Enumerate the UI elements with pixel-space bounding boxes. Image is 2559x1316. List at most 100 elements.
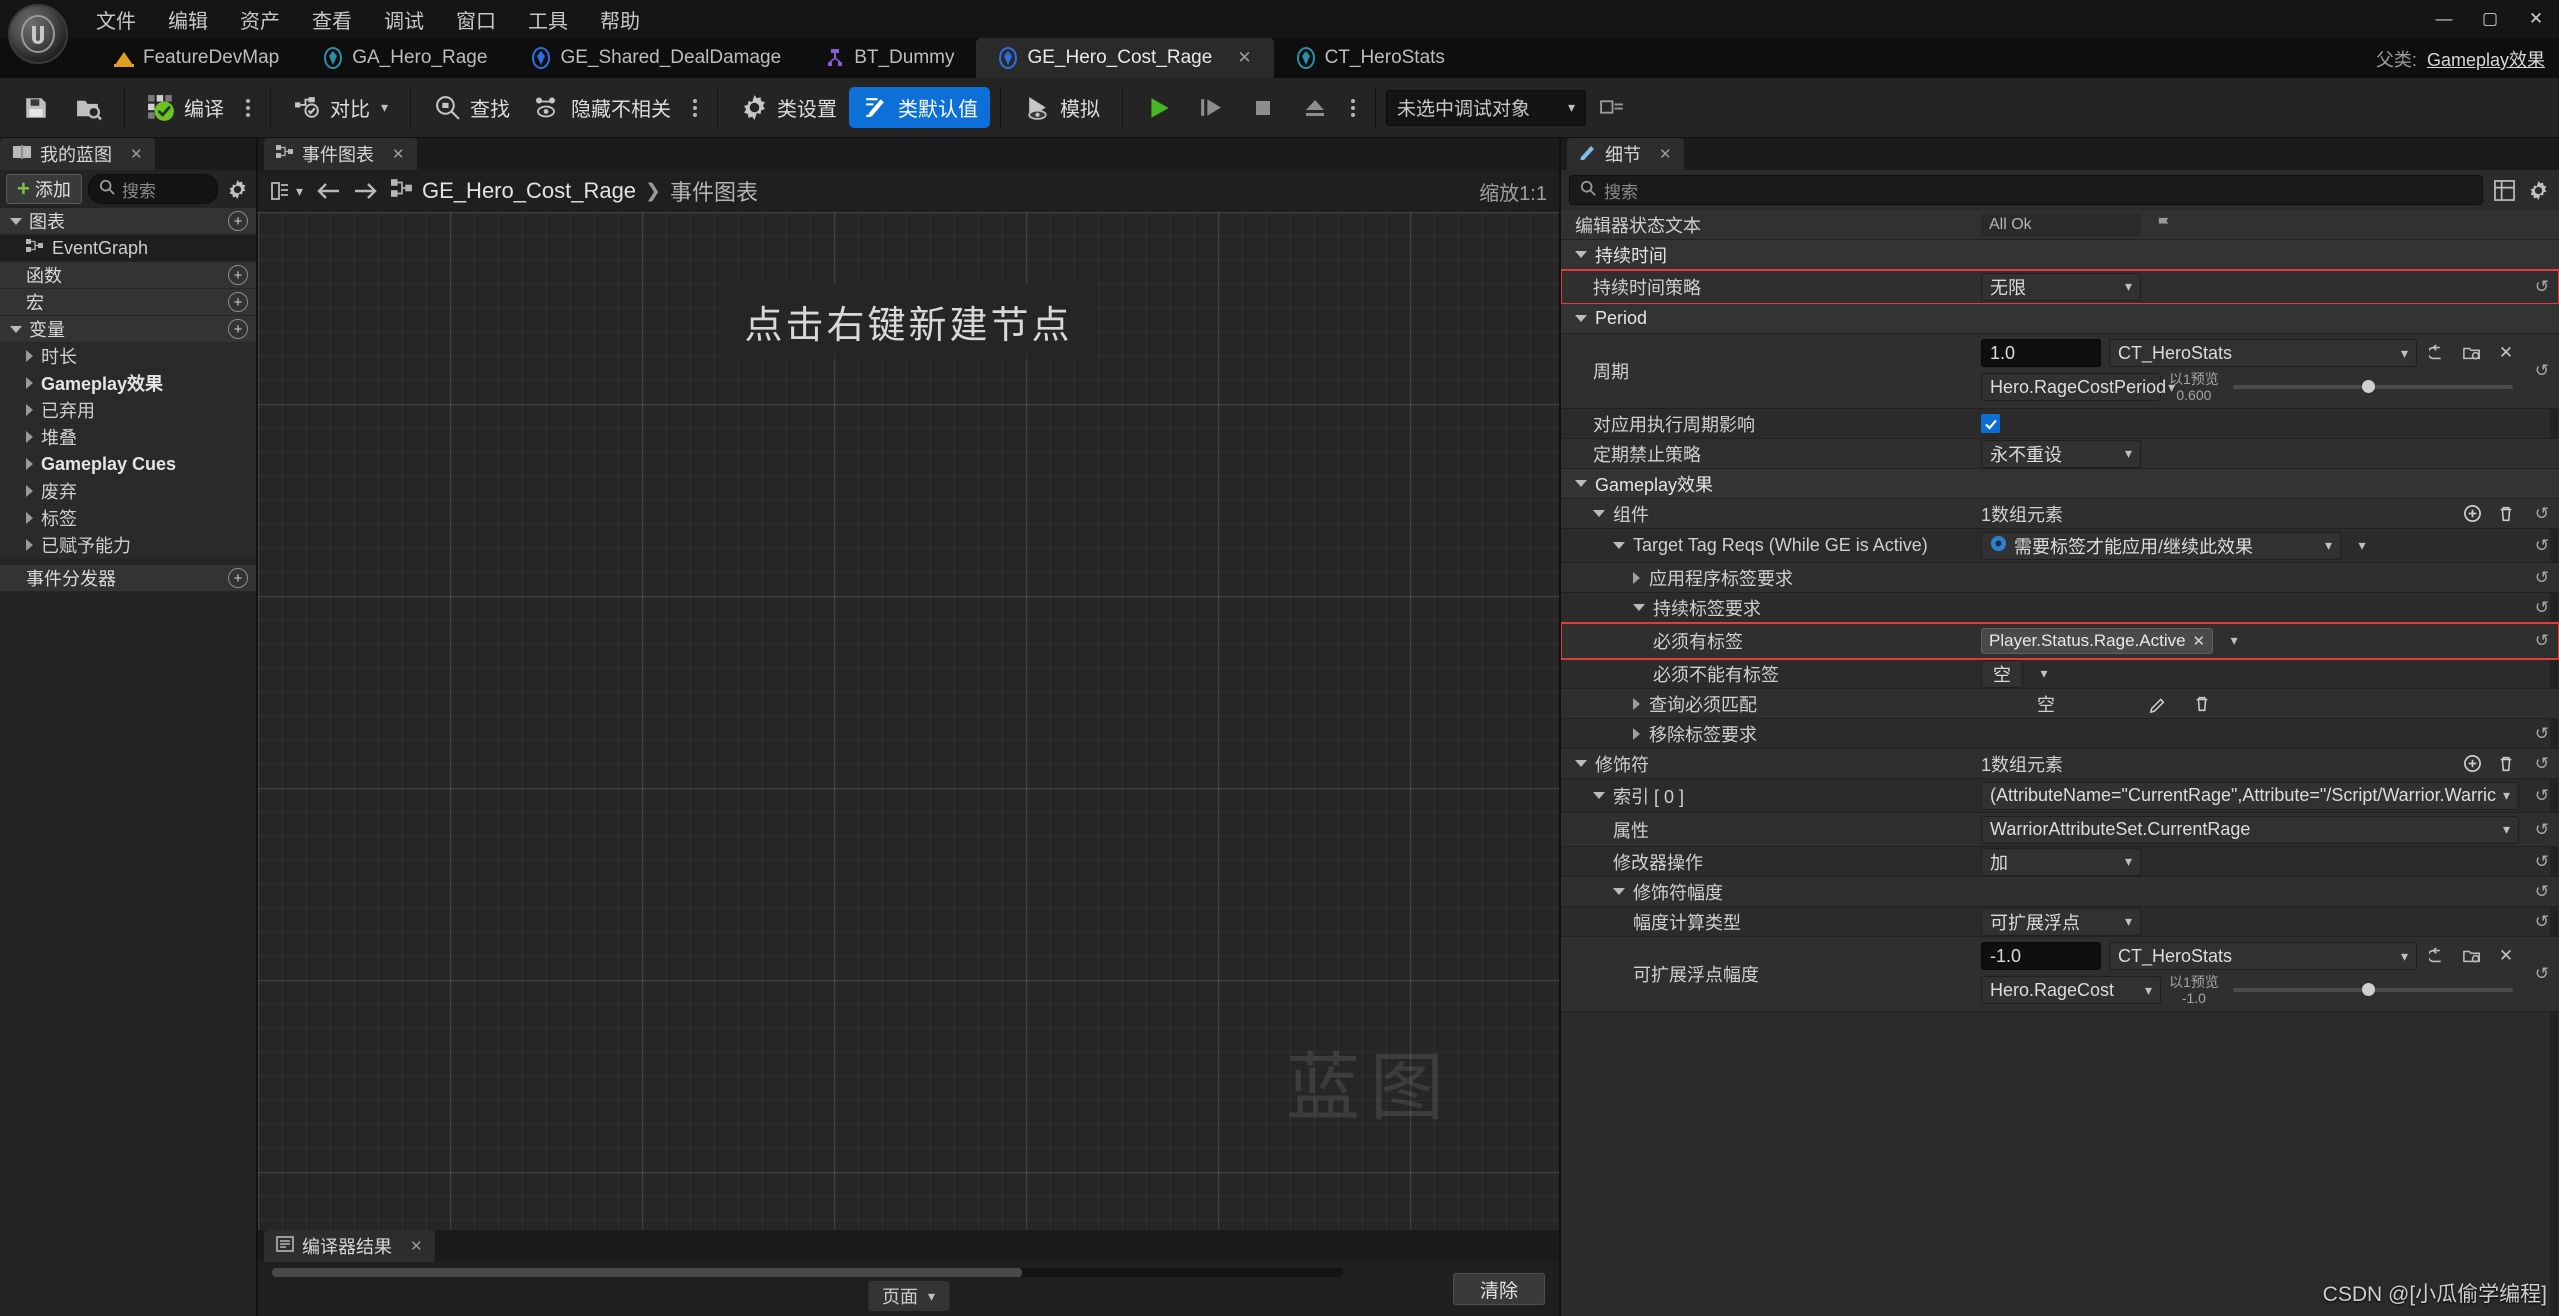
menu-debug[interactable]: 调试 [368, 1, 440, 38]
tab-featuredevmap[interactable]: FeatureDevMap [92, 38, 301, 78]
menu-window[interactable]: 窗口 [440, 1, 512, 38]
must-not-have-tags-value[interactable]: 空 [1981, 659, 2023, 688]
eject-button[interactable] [1289, 88, 1341, 128]
simulate-button[interactable]: 模拟 [1011, 87, 1112, 128]
maximize-button[interactable]: ▢ [2467, 2, 2513, 36]
play-options-button[interactable] [1341, 91, 1365, 125]
reset-icon[interactable]: ↺ [2525, 631, 2559, 651]
hide-unrelated-options-button[interactable] [683, 91, 707, 125]
my-blueprint-search[interactable]: 搜索 [87, 174, 218, 204]
use-asset-icon[interactable] [2459, 943, 2485, 969]
section-event-dispatchers[interactable]: 事件分发器 + [0, 565, 256, 592]
scalable-float-preview-slider[interactable] [2232, 983, 2513, 997]
scalable-float-value-input[interactable]: -1.0 [1981, 942, 2101, 971]
period-value-input[interactable]: 1.0 [1981, 339, 2101, 367]
reset-icon[interactable]: ↺ [2525, 568, 2559, 588]
must-not-have-tags-dropdown-button[interactable]: ▾ [2031, 661, 2055, 687]
scalable-float-curve-table-dropdown[interactable]: CT_HeroStats ▾ [2109, 942, 2417, 971]
tree-item-eventgraph[interactable]: EventGraph [0, 235, 256, 262]
breadcrumb-root[interactable]: GE_Hero_Cost_Rage [422, 178, 636, 204]
variable-item-granted-abilities[interactable]: 已赋予能力 [0, 532, 256, 559]
trash-icon[interactable] [2189, 691, 2215, 717]
compile-button[interactable]: 编译 [135, 87, 236, 128]
section-duration-header[interactable]: 持续时间 [1561, 240, 2559, 270]
reset-icon[interactable]: ↺ [2525, 536, 2559, 556]
menu-tools[interactable]: 工具 [512, 1, 584, 38]
reset-icon[interactable]: ↺ [2525, 912, 2559, 932]
reset-icon[interactable]: ↺ [2525, 334, 2559, 408]
add-button[interactable]: + 添加 [6, 174, 82, 204]
close-icon[interactable]: ✕ [1659, 145, 1672, 163]
menu-asset[interactable]: 资产 [224, 1, 296, 38]
variable-item-deprecated[interactable]: 已弃用 [0, 397, 256, 424]
section-graphs[interactable]: 图表 + [0, 208, 256, 235]
details-tab[interactable]: 细节 ✕ [1567, 138, 1684, 170]
modifier-op-dropdown[interactable]: 加 ▾ [1981, 847, 2141, 876]
tab-ct-herostats[interactable]: CT_HeroStats [1274, 38, 1467, 78]
tab-ga-hero-rage[interactable]: GA_Hero_Rage [301, 38, 509, 78]
use-asset-icon[interactable] [2459, 340, 2485, 366]
my-blueprint-tab[interactable]: 我的蓝图 ✕ [0, 138, 155, 170]
event-graph-canvas[interactable]: 点击右键新建节点 蓝图 [258, 212, 1559, 1230]
compiler-results-tab[interactable]: 编译器结果 ✕ [264, 1230, 435, 1262]
tab-bt-dummy[interactable]: BT_Dummy [803, 38, 976, 78]
class-settings-button[interactable]: 类设置 [728, 87, 849, 128]
minimize-button[interactable]: — [2421, 2, 2467, 36]
graph-options-button[interactable]: ▾ [270, 181, 303, 201]
parent-class-link[interactable]: Gameplay效果 [2427, 46, 2545, 72]
magnitude-calc-type-dropdown[interactable]: 可扩展浮点 ▾ [1981, 907, 2141, 936]
browse-button[interactable] [62, 88, 114, 128]
section-macros[interactable]: 宏 + [0, 289, 256, 316]
clear-button[interactable]: 清除 [1452, 1273, 1545, 1305]
find-button[interactable]: 查找 [421, 87, 522, 128]
compile-options-button[interactable] [236, 91, 260, 125]
page-dropdown[interactable]: 页面 ▾ [867, 1281, 950, 1311]
details-search-input[interactable]: 搜索 [1569, 175, 2483, 205]
reset-icon[interactable]: ↺ [2525, 820, 2559, 840]
reset-icon[interactable]: ↺ [2525, 754, 2559, 774]
variable-item-stacking[interactable]: 堆叠 [0, 424, 256, 451]
reset-icon[interactable]: ↺ [2525, 786, 2559, 806]
graph-back-button[interactable] [315, 181, 341, 201]
tab-ge-shared-dealdamage[interactable]: GE_Shared_DealDamage [509, 38, 803, 78]
hide-unrelated-button[interactable]: 隐藏不相关 [522, 87, 683, 128]
variable-item-obsolete[interactable]: 废弃 [0, 478, 256, 505]
section-gameplay-effect-header[interactable]: Gameplay效果 [1561, 469, 2559, 500]
compiler-horizontal-scrollbar[interactable] [272, 1268, 1343, 1277]
debug-browse-button[interactable] [1586, 88, 1638, 128]
execute-period-checkbox[interactable] [1981, 414, 2000, 434]
add-graph-button[interactable]: + [228, 211, 248, 231]
reset-icon[interactable]: ↺ [2525, 724, 2559, 744]
modifier-attribute-dropdown[interactable]: WarriorAttributeSet.CurrentRage ▾ [1981, 815, 2519, 844]
period-curve-table-dropdown[interactable]: CT_HeroStats ▾ [2109, 339, 2417, 367]
stop-button[interactable] [1237, 88, 1289, 128]
unreal-logo-icon[interactable] [8, 4, 68, 64]
menu-edit[interactable]: 编辑 [152, 1, 224, 38]
add-macro-button[interactable]: + [228, 292, 248, 312]
variable-item-gameplay-cues[interactable]: Gameplay Cues [0, 451, 256, 478]
pencil-icon[interactable] [2145, 691, 2171, 717]
variable-item-tags[interactable]: 标签 [0, 505, 256, 532]
browse-icon[interactable] [2425, 943, 2451, 969]
diff-button[interactable]: 对比 ▾ [281, 87, 400, 128]
play-button[interactable] [1133, 88, 1185, 128]
tab-close-icon[interactable]: ✕ [1237, 48, 1251, 68]
section-period-header[interactable]: Period [1561, 304, 2559, 334]
flag-icon[interactable] [2149, 216, 2179, 233]
details-settings-button[interactable] [2525, 177, 2551, 203]
trash-icon[interactable] [2493, 501, 2519, 527]
clear-icon[interactable]: ✕ [2493, 340, 2519, 366]
plus-icon[interactable] [2459, 751, 2485, 777]
reset-icon[interactable]: ↺ [2525, 937, 2559, 1011]
event-graph-tab[interactable]: 事件图表 ✕ [264, 138, 417, 170]
reset-icon[interactable]: ↺ [2525, 277, 2559, 297]
save-button[interactable] [10, 88, 62, 128]
reset-icon[interactable]: ↺ [2525, 504, 2559, 524]
periodic-inhibition-dropdown[interactable]: 永不重设 ▾ [1981, 439, 2141, 468]
browse-icon[interactable] [2425, 340, 2451, 366]
details-content[interactable]: 编辑器状态文本 All Ok 持续时间 持续时间策略 无限 ▾ ↺ Period… [1561, 210, 2559, 1316]
debug-target-dropdown[interactable]: 未选中调试对象 ▾ [1386, 89, 1587, 126]
menu-view[interactable]: 查看 [296, 1, 368, 38]
add-function-button[interactable]: + [228, 265, 248, 285]
section-functions[interactable]: 函数 + [0, 262, 256, 289]
